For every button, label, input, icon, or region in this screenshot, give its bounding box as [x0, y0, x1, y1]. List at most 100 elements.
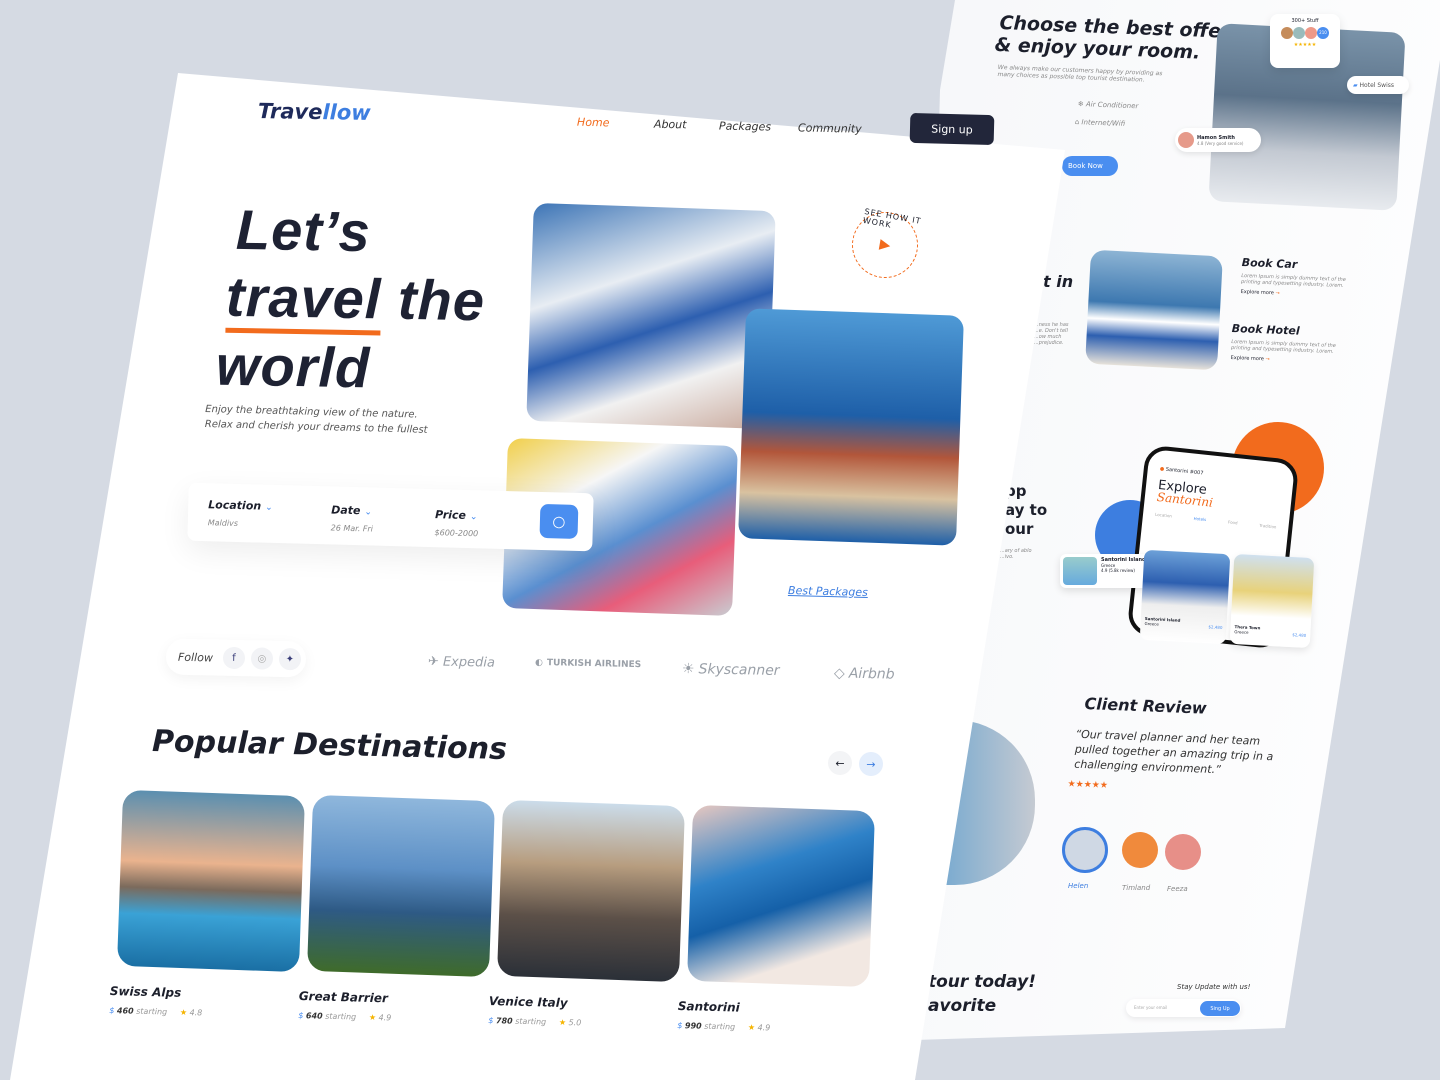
star-icon: ★	[179, 1007, 188, 1018]
reviewer-name: Timland	[1122, 884, 1151, 892]
prev-button[interactable]: ←	[828, 751, 852, 775]
field-label: Price	[434, 508, 467, 522]
destination-card[interactable]: Great Barrier $ 640 starting ★ 4.9	[298, 989, 392, 1022]
reviewer-name: Helen	[1068, 882, 1089, 890]
client-review: Client Review “Our travel planner and he…	[1067, 694, 1295, 798]
destination-photo-great-barrier[interactable]	[306, 794, 496, 978]
app-heading-line: ay to	[1005, 501, 1048, 519]
card-rating: 4.9 (5.8k review)	[1101, 568, 1135, 573]
phone-card: Thera Town Greece $2,480	[1229, 553, 1315, 649]
app-text: ...ary of ablo ...ivo.	[1000, 548, 1032, 560]
search-icon: ○	[552, 512, 566, 531]
logo-part: Trave	[257, 99, 323, 125]
staff-label: 300+ Stuff	[1291, 18, 1319, 24]
destination-photo-venice[interactable]	[496, 799, 686, 983]
phone-location-label: Santorini #007	[1165, 466, 1204, 477]
airbnb-logo-icon: ◇	[833, 665, 845, 682]
twitter-icon[interactable]: ✦	[278, 647, 302, 671]
card-place: Greece	[1144, 620, 1159, 627]
nav-home[interactable]: Home	[577, 116, 610, 130]
partial-heading: t in	[1043, 272, 1074, 291]
app-heading: pp ay to our	[1005, 482, 1047, 539]
avatar	[1178, 132, 1194, 148]
hotel-badge-label: Hotel Swiss	[1359, 81, 1394, 89]
next-button[interactable]: →	[859, 752, 883, 776]
hero-line-1: Let’s	[235, 197, 372, 264]
partner-airbnb: ◇ Airbnb	[834, 665, 895, 682]
review-quote: “Our travel planner and her team pulled …	[1074, 727, 1274, 777]
hotel-icon: ▰	[1353, 81, 1358, 89]
price-suffix: starting	[515, 1016, 547, 1027]
partner-name: Skyscanner	[698, 661, 780, 680]
arrow-left-icon: ←	[835, 756, 845, 770]
expedia-logo-icon: ✈	[427, 654, 440, 670]
price-suffix: starting	[136, 1006, 168, 1017]
destination-rating: 5.0	[568, 1018, 582, 1028]
field-label: Date	[330, 503, 361, 518]
best-packages-link[interactable]: Best Packages	[788, 584, 868, 599]
service-desc: Lorem Ipsum is simply dummy text of the …	[1230, 338, 1336, 355]
newsletter-signup-button[interactable]: Sing Up	[1200, 1001, 1240, 1016]
book-now-button[interactable]: Book Now	[1062, 156, 1118, 176]
reviewer-avatar-timland[interactable]	[1122, 832, 1158, 868]
destination-name: Swiss Alps	[109, 984, 182, 1000]
staff-card: 300+ Stuff 210 ★★★★★	[1270, 14, 1340, 68]
destination-price: 990	[684, 1021, 702, 1031]
phone-tab[interactable]: Hotels	[1193, 516, 1206, 522]
phone-tab[interactable]: Location	[1155, 512, 1172, 519]
hero-text: the	[380, 267, 486, 333]
santorini-photo	[1085, 249, 1223, 371]
star-icon: ★	[558, 1017, 567, 1028]
skyscanner-logo-icon: ☀	[681, 660, 695, 678]
follow-bar: Follow f ◎ ✦	[166, 639, 307, 678]
destination-card[interactable]: Santorini $ 990 starting ★ 4.9	[677, 999, 771, 1032]
destination-name: Santorini	[677, 999, 740, 1015]
instagram-icon[interactable]: ◎	[250, 647, 274, 670]
cta-heading: tour today! avorite	[928, 970, 1036, 1018]
search-button[interactable]: ○	[539, 503, 579, 539]
date-select[interactable]: Date ⌄ 26 Mar. Fri	[331, 498, 374, 533]
search-bar: Location ⌄ Maldivs Date ⌄ 26 Mar. Fri Price ⌄…	[187, 482, 594, 552]
destination-price: 640	[305, 1011, 323, 1021]
field-label: Location	[208, 498, 262, 513]
hero-highlight: travel	[225, 264, 382, 336]
phone-tab[interactable]: Food	[1228, 519, 1238, 525]
follow-label: Follow	[177, 650, 214, 665]
destination-photo-santorini[interactable]	[686, 804, 876, 988]
hero-line-3: world	[215, 333, 371, 400]
see-how-it-work-button[interactable]: ▶ SEE HOW IT WORK	[846, 206, 924, 284]
logo-part: llow	[322, 100, 371, 125]
field-value: Maldivs	[207, 518, 239, 529]
amenity-label: Internet/Wifi	[1081, 118, 1126, 128]
signup-button[interactable]: Sign up	[909, 112, 995, 146]
nav-packages[interactable]: Packages	[719, 119, 771, 133]
reviewer-avatar-helen[interactable]	[1062, 827, 1108, 873]
logo[interactable]: Travellow	[258, 99, 371, 125]
reviewer-avatar-feeza[interactable]	[1165, 834, 1201, 870]
partner-name: TURKISH AIRLINES	[546, 658, 642, 671]
nav-about[interactable]: About	[654, 118, 687, 132]
phone-tab[interactable]: Tradition	[1259, 523, 1277, 530]
card-place: Greece	[1234, 629, 1249, 635]
couple-santorini-photo	[526, 202, 776, 430]
destination-photo-swiss-alps[interactable]	[116, 789, 306, 973]
phone-card: Santorini Island Greece $2,480	[1139, 549, 1231, 645]
reviewer-chip: Hamon Smith 4.8 (Very good service)	[1175, 128, 1261, 152]
email-placeholder: Enter your email	[1134, 1005, 1168, 1010]
destination-card[interactable]: Swiss Alps $ 460 starting ★ 4.8	[109, 984, 203, 1017]
destination-card[interactable]: Venice Italy $ 780 starting ★ 5.0	[488, 994, 582, 1027]
nav-community[interactable]: Community	[798, 121, 862, 135]
field-value: $600-2000	[434, 528, 479, 539]
facebook-icon[interactable]: f	[222, 646, 246, 670]
location-select[interactable]: Location ⌄ Maldivs	[208, 493, 273, 529]
partner-name: Expedia	[442, 654, 496, 671]
service-book-hotel: Book Hotel Lorem Ipsum is simply dummy t…	[1231, 322, 1342, 365]
card-price: $2,480	[1292, 632, 1307, 638]
arrow-right-icon: →	[1275, 290, 1280, 297]
price-select[interactable]: Price ⌄ $600-2000	[434, 503, 478, 538]
destination-rating: 4.9	[378, 1013, 392, 1023]
price-suffix: starting	[704, 1021, 736, 1032]
turkish-logo-icon: ◐	[534, 657, 543, 669]
link-label: Explore more	[1240, 288, 1275, 297]
star-icon: ★	[368, 1012, 377, 1023]
